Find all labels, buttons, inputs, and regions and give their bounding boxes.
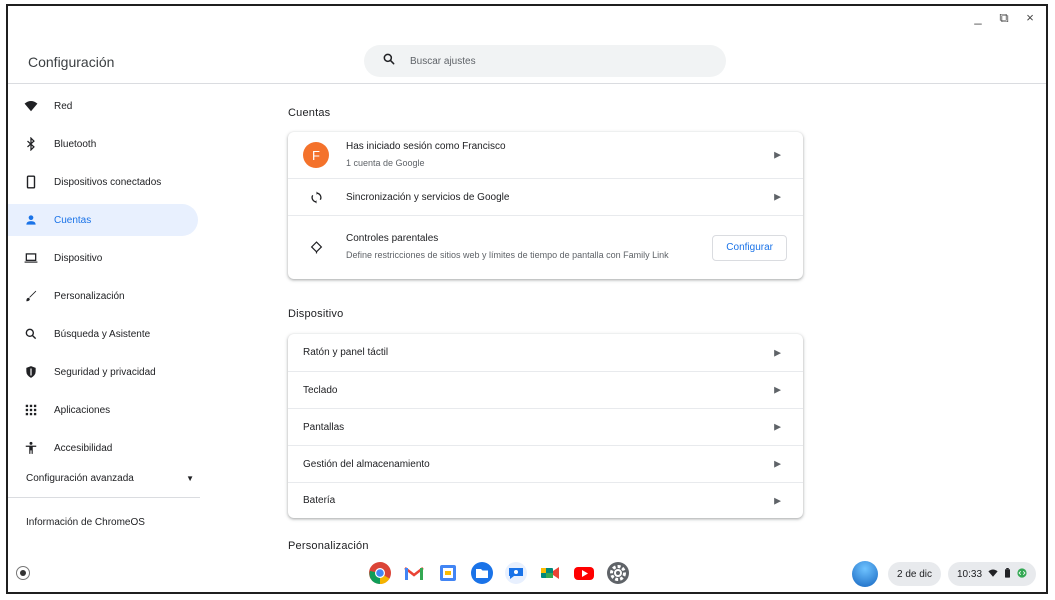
sidebar-item-apps[interactable]: Aplicaciones bbox=[8, 394, 198, 426]
shield-icon bbox=[24, 365, 38, 379]
parental-controls-title: Controles parentales bbox=[346, 233, 439, 244]
wifi-icon bbox=[24, 99, 38, 113]
chevron-down-icon: ▼ bbox=[186, 474, 194, 483]
keyboard-row[interactable]: Teclado ▶ bbox=[288, 371, 803, 408]
sidebar-item-label: Dispositivo bbox=[54, 252, 103, 264]
sidebar-item-label: Bluetooth bbox=[54, 138, 97, 150]
account-count: 1 cuenta de Google bbox=[346, 157, 425, 168]
accounts-section-title: Cuentas bbox=[288, 107, 331, 119]
sidebar-item-personalization[interactable]: Personalización bbox=[8, 280, 198, 312]
time-label: 10:33 bbox=[957, 568, 983, 580]
meet-icon[interactable] bbox=[538, 561, 562, 585]
laptop-icon bbox=[24, 251, 38, 265]
row-label: Batería bbox=[303, 495, 336, 506]
brush-icon bbox=[24, 289, 38, 303]
sidebar-item-red[interactable]: Red bbox=[8, 90, 198, 122]
sync-services-row[interactable]: Sincronización y servicios de Google ▶ bbox=[288, 178, 803, 215]
sidebar-item-security[interactable]: Seguridad y privacidad bbox=[8, 356, 198, 388]
chevron-right-icon: ▶ bbox=[774, 149, 781, 160]
parental-controls-description: Define restricciones de sitios web y lím… bbox=[346, 250, 669, 260]
device-section-title: Dispositivo bbox=[288, 308, 344, 320]
search-box[interactable] bbox=[364, 45, 726, 77]
device-card: Ratón y panel táctil ▶ Teclado ▶ Pantall… bbox=[288, 334, 803, 518]
sidebar-item-label: Dispositivos conectados bbox=[54, 176, 162, 188]
sync-icon bbox=[303, 191, 329, 204]
sync-label: Sincronización y servicios de Google bbox=[346, 191, 510, 203]
account-name: Has iniciado sesión como Francisco bbox=[346, 140, 506, 152]
bluetooth-icon bbox=[24, 137, 38, 151]
avatar: F bbox=[303, 142, 329, 168]
displays-row[interactable]: Pantallas ▶ bbox=[288, 408, 803, 445]
battery-row[interactable]: Batería ▶ bbox=[288, 482, 803, 518]
sidebar-item-connected-devices[interactable]: Dispositivos conectados bbox=[8, 166, 198, 198]
shelf: 2 de dic 10:33 bbox=[8, 552, 1046, 592]
gmail-icon[interactable] bbox=[402, 561, 426, 585]
developer-mode-icon bbox=[1017, 567, 1027, 581]
apps-grid-icon bbox=[24, 403, 38, 417]
row-label: Ratón y panel táctil bbox=[303, 347, 389, 358]
sidebar-item-label: Seguridad y privacidad bbox=[54, 366, 156, 378]
accessibility-icon bbox=[24, 441, 38, 455]
sidebar: Red Bluetooth Dispositivos conectados Cu… bbox=[8, 86, 208, 551]
sidebar-item-device[interactable]: Dispositivo bbox=[8, 242, 198, 274]
search-input[interactable] bbox=[410, 55, 690, 67]
sidebar-item-label: Accesibilidad bbox=[54, 442, 113, 454]
status-tray[interactable]: 10:33 bbox=[948, 562, 1037, 586]
date-pill[interactable]: 2 de dic bbox=[888, 562, 942, 586]
user-avatar[interactable] bbox=[852, 561, 878, 587]
person-icon bbox=[24, 213, 38, 227]
personalization-section-title: Personalización bbox=[288, 540, 369, 552]
sidebar-item-label: Aplicaciones bbox=[54, 404, 111, 416]
app-header: Configuración bbox=[8, 38, 1046, 84]
shelf-apps bbox=[368, 561, 630, 585]
phone-icon bbox=[24, 175, 38, 189]
configure-button[interactable]: Configurar bbox=[712, 234, 787, 261]
wifi-icon bbox=[988, 568, 998, 581]
advanced-settings-label: Configuración avanzada bbox=[26, 473, 134, 484]
chevron-right-icon: ▶ bbox=[774, 384, 781, 395]
files-icon[interactable] bbox=[470, 561, 494, 585]
signed-in-account-row[interactable]: F Has iniciado sesión como Francisco 1 c… bbox=[288, 132, 803, 178]
search-icon bbox=[382, 52, 396, 71]
close-button[interactable]: × bbox=[1024, 10, 1036, 26]
advanced-settings-toggle[interactable]: Configuración avanzada ▼ bbox=[26, 473, 194, 484]
chevron-right-icon: ▶ bbox=[774, 421, 781, 432]
sidebar-item-label: Cuentas bbox=[54, 214, 92, 226]
date-label: 2 de dic bbox=[897, 568, 933, 580]
parental-controls-row: Controles parentales Define restriccione… bbox=[288, 215, 803, 279]
sidebar-item-bluetooth[interactable]: Bluetooth bbox=[8, 128, 198, 160]
sidebar-divider bbox=[8, 497, 200, 498]
launcher-button[interactable] bbox=[16, 566, 30, 580]
storage-management-row[interactable]: Gestión del almacenamiento ▶ bbox=[288, 445, 803, 482]
accounts-card: F Has iniciado sesión como Francisco 1 c… bbox=[288, 132, 803, 279]
chevron-right-icon: ▶ bbox=[774, 495, 781, 505]
chevron-right-icon: ▶ bbox=[774, 458, 781, 469]
sidebar-item-label: Red bbox=[54, 100, 73, 112]
window-controls: _ ⧉ × bbox=[972, 10, 1036, 26]
maximize-button[interactable]: ⧉ bbox=[998, 10, 1010, 26]
settings-icon[interactable] bbox=[606, 561, 630, 585]
minimize-button[interactable]: _ bbox=[972, 10, 984, 26]
sidebar-item-accounts[interactable]: Cuentas bbox=[8, 204, 198, 236]
calendar-icon[interactable] bbox=[436, 561, 460, 585]
sidebar-item-label: Búsqueda y Asistente bbox=[54, 328, 151, 340]
app-title: Configuración bbox=[28, 54, 115, 70]
sidebar-item-label: Personalización bbox=[54, 290, 125, 302]
battery-icon bbox=[1004, 567, 1011, 581]
messages-icon[interactable] bbox=[504, 561, 528, 585]
chevron-right-icon: ▶ bbox=[774, 347, 781, 357]
row-label: Gestión del almacenamiento bbox=[303, 458, 430, 470]
youtube-icon[interactable] bbox=[572, 561, 596, 585]
row-label: Teclado bbox=[303, 384, 338, 396]
search-icon bbox=[24, 327, 38, 341]
row-label: Pantallas bbox=[303, 421, 345, 433]
settings-window: _ ⧉ × Configuración Red Bluetooth Dispos… bbox=[6, 4, 1048, 594]
chrome-icon[interactable] bbox=[368, 561, 392, 585]
sidebar-item-accessibility[interactable]: Accesibilidad bbox=[8, 432, 198, 464]
about-chromeos-link[interactable]: Información de ChromeOS bbox=[26, 517, 145, 528]
chevron-right-icon: ▶ bbox=[774, 191, 781, 202]
parental-controls-icon bbox=[303, 241, 329, 254]
sidebar-item-search-assistant[interactable]: Búsqueda y Asistente bbox=[8, 318, 198, 350]
mouse-touchpad-row[interactable]: Ratón y panel táctil ▶ bbox=[288, 334, 803, 371]
